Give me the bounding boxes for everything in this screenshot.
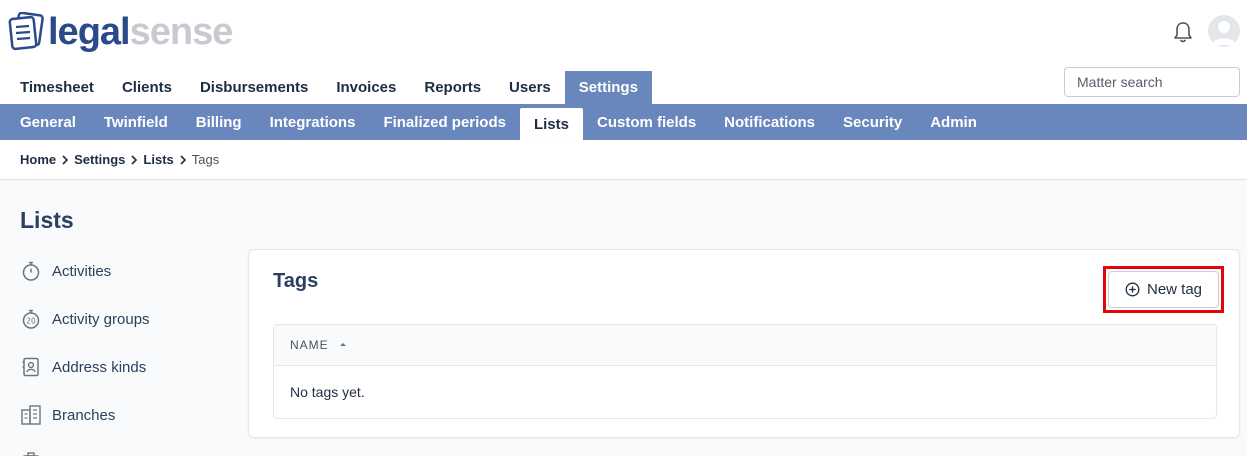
tab-lists[interactable]: Lists (519, 108, 583, 140)
sidebar-item-activity-groups[interactable]: 20 Activity groups (20, 305, 150, 333)
stopwatch-icon (22, 261, 40, 281)
new-tag-button[interactable]: New tag (1108, 271, 1219, 308)
tab-custom-fields[interactable]: Custom fields (583, 104, 710, 140)
nav-item-settings[interactable]: Settings (564, 71, 652, 104)
chevron-right-icon (125, 154, 143, 165)
breadcrumb: Home Settings Lists Tags (0, 140, 1247, 180)
page-title: Lists (20, 207, 74, 233)
breadcrumb-settings[interactable]: Settings (74, 152, 125, 167)
brand-sense: sense (129, 11, 234, 53)
tags-table: NAME No tags yet. (273, 324, 1217, 419)
tab-finalized-periods[interactable]: Finalized periods (369, 104, 520, 140)
tags-card: Tags New tag NAME No tags yet. (248, 249, 1240, 438)
tab-security[interactable]: Security (829, 104, 916, 140)
document-logo-icon (8, 12, 44, 51)
sidebar-item-branches[interactable]: Branches (20, 401, 115, 429)
chevron-right-icon (174, 154, 192, 165)
tab-general[interactable]: General (6, 104, 90, 140)
sort-asc-icon[interactable] (339, 341, 347, 349)
sidebar-item-label: Branches (52, 406, 116, 424)
brand-name: legalsense (48, 11, 234, 53)
new-tag-label: New tag (1146, 281, 1203, 298)
sidebar-item-label: Address kinds (52, 358, 147, 376)
svg-text:20: 20 (26, 317, 36, 326)
contact-card-icon (22, 357, 39, 377)
matter-search-input[interactable] (1064, 67, 1240, 97)
brand-legal: legal (48, 11, 131, 53)
chevron-right-icon (56, 154, 74, 165)
tab-twinfield[interactable]: Twinfield (90, 104, 182, 140)
breadcrumb-home[interactable]: Home (20, 152, 56, 167)
main-nav: Timesheet Clients Disbursements Invoices Rep… (6, 71, 652, 104)
stopwatch-20-icon: 20 (22, 309, 40, 329)
sidebar-item-label: Activities (52, 262, 112, 280)
breadcrumb-tags: Tags (191, 152, 220, 167)
content-area: Lists Activities 20 Activity groups Addr… (0, 181, 1247, 456)
user-avatar[interactable] (1208, 15, 1240, 47)
column-header-name[interactable]: NAME (290, 338, 329, 352)
nav-item-clients[interactable]: Clients (108, 71, 186, 104)
buildings-icon (21, 405, 41, 425)
nav-item-disbursements[interactable]: Disbursements (186, 71, 322, 104)
legalsense-logo[interactable]: legalsense (8, 10, 234, 54)
bell-icon[interactable] (1172, 20, 1194, 44)
highlight-box: New tag (1103, 266, 1224, 313)
briefcase-icon (22, 452, 40, 456)
nav-item-users[interactable]: Users (495, 71, 565, 104)
nav-item-reports[interactable]: Reports (410, 71, 495, 104)
tab-billing[interactable]: Billing (182, 104, 256, 140)
nav-item-timesheet[interactable]: Timesheet (6, 71, 108, 104)
table-header: NAME (274, 325, 1216, 366)
empty-state-row: No tags yet. (274, 366, 1216, 418)
tab-admin[interactable]: Admin (916, 104, 991, 140)
sidebar-item-address-kinds[interactable]: Address kinds (20, 353, 146, 381)
tab-integrations[interactable]: Integrations (256, 104, 370, 140)
sidebar-item-partial[interactable] (20, 447, 52, 456)
plus-circle-icon (1125, 282, 1140, 297)
nav-item-invoices[interactable]: Invoices (322, 71, 410, 104)
tab-notifications[interactable]: Notifications (710, 104, 829, 140)
sidebar-item-label: Activity groups (52, 310, 150, 328)
sidebar-item-activities[interactable]: Activities (20, 257, 111, 285)
card-title: Tags (273, 270, 319, 292)
empty-state-text: No tags yet. (290, 384, 365, 400)
settings-sub-nav: General Twinfield Billing Integrations Final… (0, 104, 1247, 140)
breadcrumb-lists[interactable]: Lists (143, 152, 173, 167)
user-icon (1212, 21, 1236, 45)
